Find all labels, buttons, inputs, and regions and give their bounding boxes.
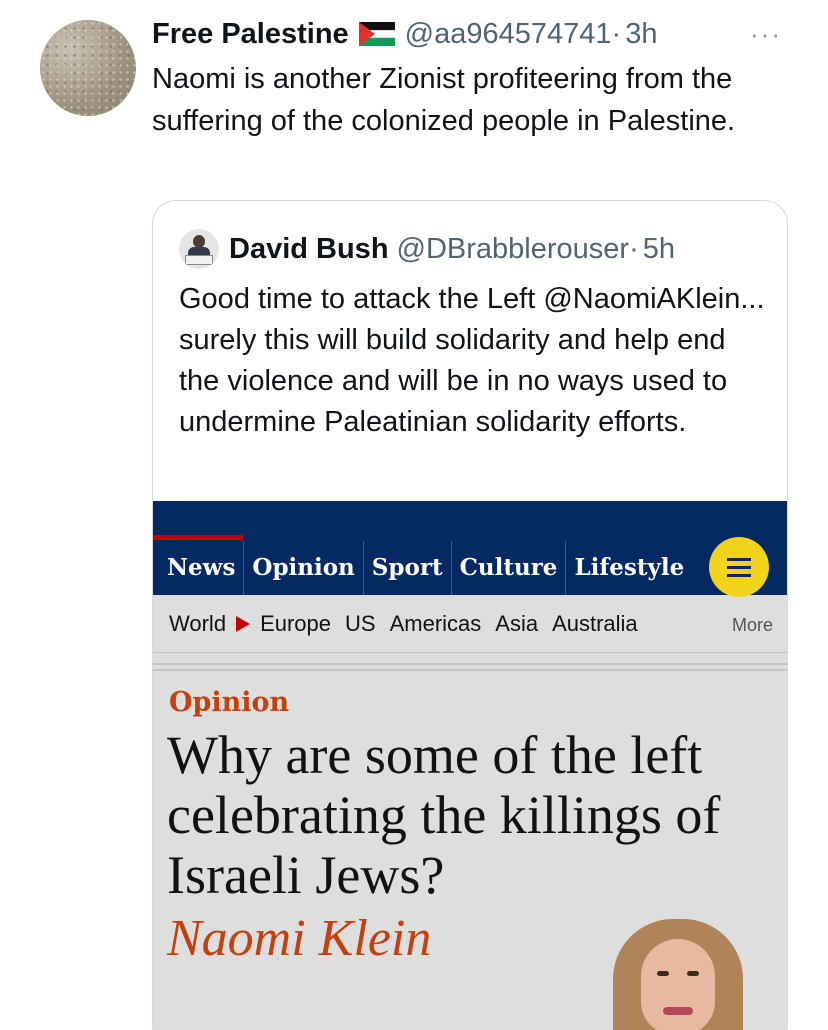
subnav-item-americas: Americas bbox=[389, 610, 482, 636]
subnav-item-australia: Australia bbox=[552, 610, 638, 636]
divider bbox=[153, 663, 787, 665]
author-name[interactable]: Free Palestine bbox=[152, 18, 349, 51]
sub-nav: World Europe US Americas Asia Australia … bbox=[153, 595, 787, 653]
nav-item-news: News bbox=[153, 541, 245, 595]
nav-item-sport: Sport bbox=[364, 541, 452, 595]
quoted-author-name[interactable]: David Bush bbox=[229, 233, 389, 266]
author-handle[interactable]: @aa964574741 bbox=[405, 18, 612, 51]
article-screenshot[interactable]: News Opinion Sport Culture Lifestyle Wor… bbox=[153, 501, 787, 1030]
triangle-arrow-icon bbox=[236, 615, 251, 632]
palestine-flag-icon bbox=[358, 22, 395, 46]
quoted-author-handle[interactable]: @DBrabblerouser bbox=[397, 233, 630, 266]
quoted-tweet-header: David Bush @DBrabblerouser · 5h bbox=[179, 229, 675, 269]
tweet-text: Naomi is another Zionist profiteering fr… bbox=[152, 63, 736, 137]
nav-item-lifestyle: Lifestyle bbox=[574, 554, 685, 581]
tweet-header: Free Palestine @aa964574741 · 3h bbox=[152, 14, 657, 54]
divider bbox=[153, 669, 787, 671]
quoted-author-avatar[interactable] bbox=[179, 229, 219, 269]
subnav-more: More bbox=[731, 615, 773, 635]
quoted-tweet-time[interactable]: 5h bbox=[643, 233, 675, 266]
article-byline: Naomi Klein bbox=[167, 910, 432, 967]
subnav-item-world: World bbox=[169, 610, 227, 636]
quoted-time-separator: · bbox=[629, 232, 639, 265]
author-photo bbox=[603, 911, 753, 1030]
article-headline: Why are some of the left celebrating the… bbox=[167, 725, 721, 905]
nav-item-opinion: Opinion bbox=[244, 541, 364, 595]
nav-items: News Opinion Sport Culture Lifestyle bbox=[153, 541, 692, 595]
hamburger-menu-icon bbox=[709, 537, 769, 597]
site-nav-bar: News Opinion Sport Culture Lifestyle bbox=[153, 501, 787, 597]
author-avatar[interactable] bbox=[40, 20, 136, 116]
quoted-tweet[interactable]: David Bush @DBrabblerouser · 5h Good time … bbox=[152, 200, 788, 1030]
time-separator: · bbox=[611, 17, 622, 50]
more-options-icon[interactable]: ··· bbox=[750, 21, 782, 47]
subnav-item-us: US bbox=[345, 610, 376, 636]
nav-accent-bar bbox=[153, 535, 243, 540]
subnav-item-asia: Asia bbox=[495, 610, 539, 636]
quoted-tweet-text: Good time to attack the Left @NaomiAKlei… bbox=[179, 283, 765, 438]
article-kicker: Opinion bbox=[169, 687, 290, 718]
nav-item-culture: Culture bbox=[452, 541, 567, 595]
subnav-item-europe: Europe bbox=[260, 610, 332, 636]
tweet-time[interactable]: 3h bbox=[625, 18, 657, 51]
